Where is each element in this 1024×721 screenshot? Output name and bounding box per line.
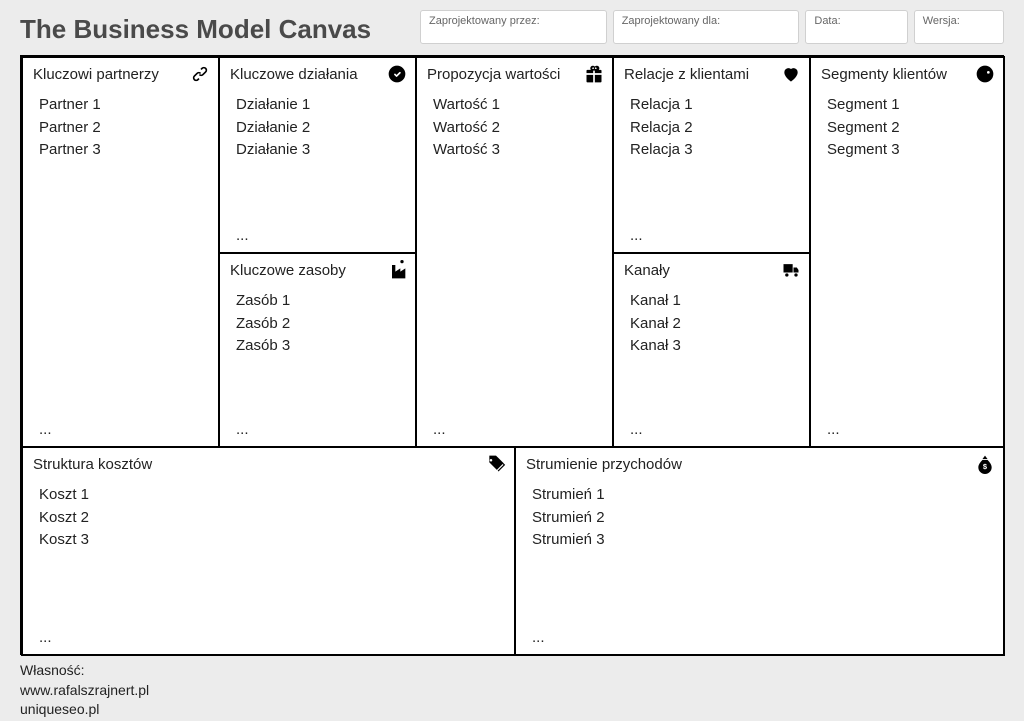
list-item: Partner 3 — [39, 139, 208, 162]
footer-line: uniqueseo.pl — [20, 700, 1004, 720]
block-title: Kluczowi partnerzy — [33, 66, 159, 83]
block-customer-relations[interactable]: Relacje z klientami Relacja 1 Relacja 2 … — [612, 56, 811, 254]
list-item: Wartość 3 — [433, 139, 602, 162]
block-items: Strumień 1 Strumień 2 Strumień 3 — [516, 478, 1003, 552]
money-bag-icon: $ — [975, 454, 995, 474]
list-item: Relacja 1 — [630, 94, 799, 117]
meta-designed-for[interactable]: Zaprojektowany dla: — [613, 10, 800, 44]
block-items: Wartość 1 Wartość 2 Wartość 3 — [417, 88, 612, 162]
block-items: Partner 1 Partner 2 Partner 3 — [23, 88, 218, 162]
list-item: Koszt 1 — [39, 484, 504, 507]
list-item: Segment 1 — [827, 94, 993, 117]
list-item: Relacja 3 — [630, 139, 799, 162]
link-icon — [190, 64, 210, 84]
more-indicator: ... — [236, 227, 249, 244]
list-item: Działanie 1 — [236, 94, 405, 117]
list-item: Relacja 2 — [630, 117, 799, 140]
block-key-resources[interactable]: Kluczowe zasoby Zasób 1 Zasób 2 Zasób 3 … — [218, 252, 417, 448]
user-head-icon — [975, 64, 995, 84]
meta-date[interactable]: Data: — [805, 10, 907, 44]
more-indicator: ... — [236, 421, 249, 438]
factory-icon — [387, 260, 407, 280]
list-item: Zasób 1 — [236, 290, 405, 313]
footer: Własność: www.rafalszrajnert.pl uniquese… — [20, 661, 1004, 720]
block-title: Kluczowe zasoby — [230, 262, 346, 279]
more-indicator: ... — [532, 629, 545, 646]
more-indicator: ... — [630, 421, 643, 438]
block-revenue-streams[interactable]: Strumienie przychodów $ Strumień 1 Strum… — [514, 446, 1005, 656]
block-key-activities[interactable]: Kluczowe działania Działanie 1 Działanie… — [218, 56, 417, 254]
meta-version[interactable]: Wersja: — [914, 10, 1004, 44]
meta-designed-by[interactable]: Zaprojektowany przez: — [420, 10, 607, 44]
gift-icon — [584, 64, 604, 84]
list-item: Koszt 3 — [39, 529, 504, 552]
block-title: Propozycja wartości — [427, 66, 560, 83]
footer-line: www.rafalszrajnert.pl — [20, 681, 1004, 701]
list-item: Segment 2 — [827, 117, 993, 140]
list-item: Partner 1 — [39, 94, 208, 117]
list-item: Strumień 2 — [532, 507, 993, 530]
list-item: Partner 2 — [39, 117, 208, 140]
block-title: Struktura kosztów — [33, 456, 152, 473]
page: The Business Model Canvas Zaprojektowany… — [0, 0, 1024, 721]
block-items: Kanał 1 Kanał 2 Kanał 3 — [614, 284, 809, 358]
block-items: Relacja 1 Relacja 2 Relacja 3 — [614, 88, 809, 162]
list-item: Kanał 3 — [630, 335, 799, 358]
block-value-proposition[interactable]: Propozycja wartości Wartość 1 Wartość 2 … — [415, 56, 614, 448]
block-key-partners[interactable]: Kluczowi partnerzy Partner 1 Partner 2 P… — [21, 56, 220, 448]
list-item: Kanał 1 — [630, 290, 799, 313]
more-indicator: ... — [39, 421, 52, 438]
block-items: Koszt 1 Koszt 2 Koszt 3 — [23, 478, 514, 552]
more-indicator: ... — [630, 227, 643, 244]
check-circle-icon — [387, 64, 407, 84]
block-items: Zasób 1 Zasób 2 Zasób 3 — [220, 284, 415, 358]
list-item: Działanie 3 — [236, 139, 405, 162]
list-item: Kanał 2 — [630, 313, 799, 336]
list-item: Zasób 2 — [236, 313, 405, 336]
header: The Business Model Canvas Zaprojektowany… — [20, 10, 1004, 45]
list-item: Segment 3 — [827, 139, 993, 162]
block-items: Działanie 1 Działanie 2 Działanie 3 — [220, 88, 415, 162]
block-customer-segments[interactable]: Segmenty klientów Segment 1 Segment 2 Se… — [809, 56, 1005, 448]
block-cost-structure[interactable]: Struktura kosztów Koszt 1 Koszt 2 Koszt … — [21, 446, 516, 656]
block-title: Segmenty klientów — [821, 66, 947, 83]
list-item: Działanie 2 — [236, 117, 405, 140]
meta-row: Zaprojektowany przez: Zaprojektowany dla… — [420, 10, 1004, 44]
heart-icon — [781, 64, 801, 84]
block-title: Kluczowe działania — [230, 66, 358, 83]
list-item: Strumień 3 — [532, 529, 993, 552]
page-title: The Business Model Canvas — [20, 10, 400, 45]
list-item: Wartość 1 — [433, 94, 602, 117]
list-item: Zasób 3 — [236, 335, 405, 358]
block-items: Segment 1 Segment 2 Segment 3 — [811, 88, 1003, 162]
more-indicator: ... — [39, 629, 52, 646]
canvas: Kluczowi partnerzy Partner 1 Partner 2 P… — [20, 55, 1004, 655]
list-item: Strumień 1 — [532, 484, 993, 507]
truck-icon — [781, 260, 801, 280]
tags-icon — [486, 454, 506, 474]
block-title: Strumienie przychodów — [526, 456, 682, 473]
list-item: Wartość 2 — [433, 117, 602, 140]
block-title: Kanały — [624, 262, 670, 279]
list-item: Koszt 2 — [39, 507, 504, 530]
block-title: Relacje z klientami — [624, 66, 749, 83]
more-indicator: ... — [433, 421, 446, 438]
owner-label: Własność: — [20, 661, 1004, 681]
block-channels[interactable]: Kanały Kanał 1 Kanał 2 Kanał 3 ... — [612, 252, 811, 448]
more-indicator: ... — [827, 421, 840, 438]
